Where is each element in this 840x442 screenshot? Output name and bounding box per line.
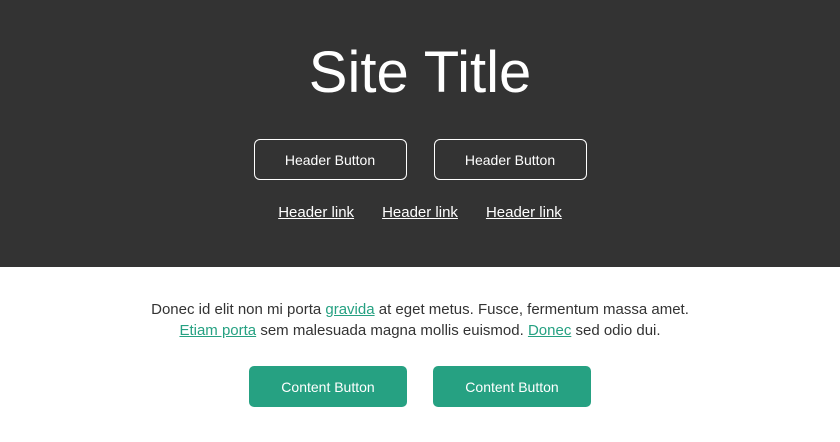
header-button-1[interactable]: Header Button: [253, 139, 407, 180]
paragraph-link-gravida[interactable]: gravida: [325, 301, 374, 318]
header-link-group: Header link Header link Header link: [0, 203, 840, 223]
site-header: Site Title Header Button Header Button H…: [0, 0, 840, 267]
header-link-2[interactable]: Header link: [382, 203, 458, 223]
header-link-3[interactable]: Header link: [486, 203, 562, 223]
paragraph-text-3: sem malesuada magna mollis euismod.: [256, 322, 528, 339]
content-button-group: Content Button Content Button: [0, 366, 840, 407]
header-button-group: Header Button Header Button: [0, 139, 840, 180]
content-button-2[interactable]: Content Button: [433, 366, 591, 407]
paragraph-link-etiam-porta[interactable]: Etiam porta: [179, 322, 256, 339]
paragraph-text-4: sed odio dui.: [571, 322, 661, 339]
header-button-2[interactable]: Header Button: [433, 139, 587, 180]
paragraph-text-1: Donec id elit non mi porta: [151, 301, 326, 318]
paragraph-link-donec[interactable]: Donec: [528, 322, 571, 339]
content-button-1[interactable]: Content Button: [249, 366, 407, 407]
paragraph-text-2: at eget metus. Fusce, fermentum massa am…: [374, 301, 689, 318]
site-title: Site Title: [308, 40, 532, 105]
content-paragraph: Donec id elit non mi porta gravida at eg…: [130, 299, 710, 341]
content-section: Donec id elit non mi porta gravida at eg…: [0, 267, 840, 442]
header-link-1[interactable]: Header link: [278, 203, 354, 223]
